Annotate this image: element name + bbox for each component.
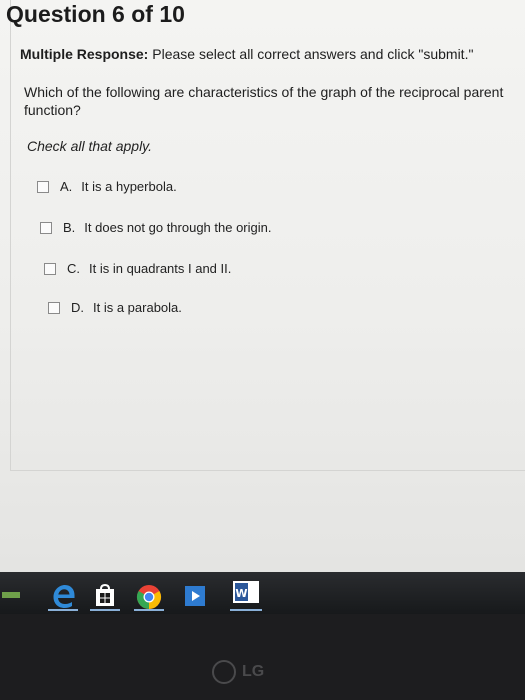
left-frame-line xyxy=(10,0,11,470)
word-active-indicator xyxy=(230,609,262,611)
monitor-brand-logo: LG xyxy=(212,660,264,684)
quiz-window: Question 6 of 10 Multiple Response: Plea… xyxy=(0,0,525,572)
content-bottom-border xyxy=(10,470,525,471)
monitor-bezel xyxy=(0,614,525,700)
option-b-text: It does not go through the origin. xyxy=(84,220,272,235)
instructions-label: Multiple Response: xyxy=(20,46,149,62)
option-c-letter: C. xyxy=(67,261,80,276)
option-d[interactable]: D. It is a parabola. xyxy=(48,300,182,315)
word-icon-label: W xyxy=(235,587,247,600)
option-d-checkbox[interactable] xyxy=(48,301,60,314)
question-prompt: Which of the following are characteristi… xyxy=(24,84,504,118)
option-b-letter: B. xyxy=(63,220,76,235)
chrome-icon[interactable] xyxy=(136,584,162,610)
edge-icon[interactable] xyxy=(50,584,76,608)
word-icon[interactable]: W xyxy=(232,580,260,604)
store-indicator xyxy=(90,609,120,611)
taskview-icon[interactable] xyxy=(0,590,22,600)
option-d-text: It is a parabola. xyxy=(93,300,182,315)
edge-active-indicator xyxy=(48,609,78,611)
store-icon[interactable] xyxy=(93,584,117,608)
option-d-letter: D. xyxy=(71,300,84,315)
question-title: Question 6 of 10 xyxy=(6,1,185,27)
option-b[interactable]: B. It does not go through the origin. xyxy=(40,220,271,235)
option-a-text: It is a hyperbola. xyxy=(81,179,177,194)
monitor-brand-text: LG xyxy=(242,663,265,680)
chrome-active-indicator xyxy=(134,609,164,611)
option-a-checkbox[interactable] xyxy=(37,180,49,193)
option-c[interactable]: C. It is in quadrants I and II. xyxy=(44,261,231,276)
media-icon[interactable] xyxy=(184,585,206,607)
option-c-checkbox[interactable] xyxy=(44,262,56,275)
option-b-checkbox[interactable] xyxy=(40,221,52,234)
lg-logo-icon xyxy=(212,660,236,684)
instructions-text: Please select all correct answers and cl… xyxy=(152,46,474,62)
taskbar: W xyxy=(0,572,525,614)
option-c-text: It is in quadrants I and II. xyxy=(89,261,232,276)
check-all-hint: Check all that apply. xyxy=(27,138,153,154)
option-a[interactable]: A. It is a hyperbola. xyxy=(37,179,177,194)
option-a-letter: A. xyxy=(60,179,73,194)
instructions: Multiple Response: Please select all cor… xyxy=(20,46,473,62)
